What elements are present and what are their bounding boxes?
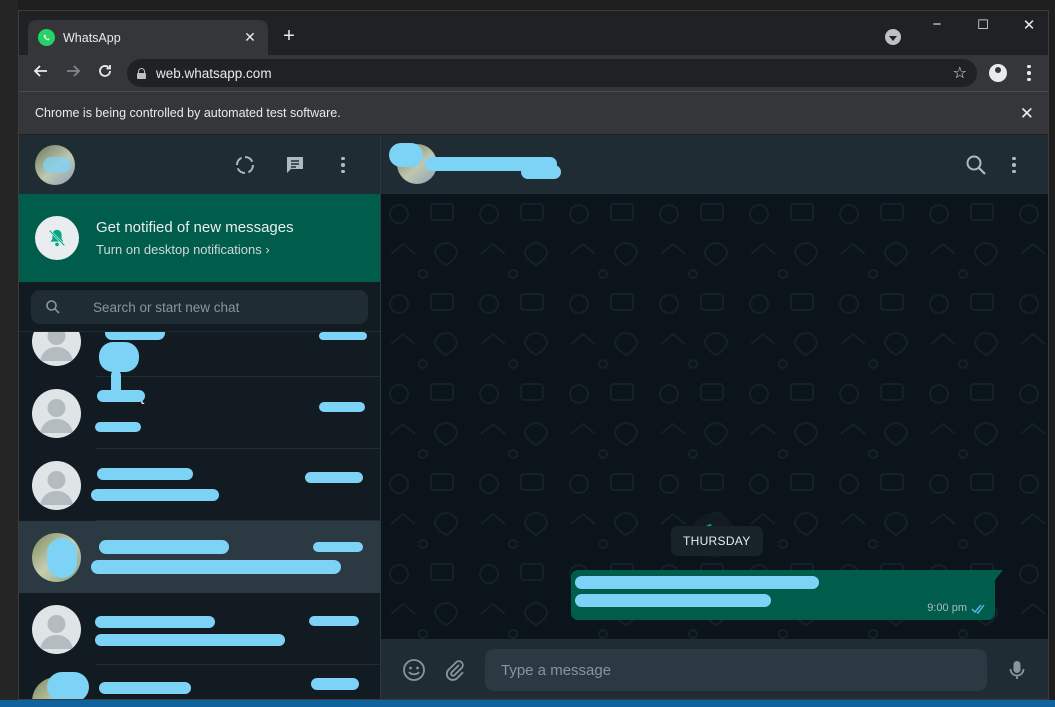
message-composer bbox=[381, 639, 1048, 699]
default-avatar-icon bbox=[32, 604, 81, 654]
browser-menu-icon[interactable] bbox=[1027, 63, 1031, 83]
minimize-button[interactable]: − bbox=[925, 16, 949, 33]
tab-title: WhatsApp bbox=[63, 30, 121, 45]
redaction-mark bbox=[313, 542, 363, 552]
address-bar[interactable]: web.whatsapp.com ☆ bbox=[127, 59, 977, 87]
message-input[interactable] bbox=[501, 661, 971, 679]
redaction-mark bbox=[43, 157, 71, 173]
default-avatar-icon bbox=[32, 388, 81, 438]
status-icon[interactable] bbox=[233, 153, 257, 177]
redaction-mark bbox=[47, 538, 77, 578]
chat-list-item[interactable]: t bbox=[19, 377, 381, 449]
sidebar-menu-icon[interactable] bbox=[341, 155, 345, 175]
redaction-mark bbox=[95, 616, 215, 628]
attach-paperclip-icon[interactable] bbox=[443, 658, 467, 682]
reload-icon[interactable] bbox=[95, 63, 115, 83]
default-avatar-icon bbox=[32, 332, 81, 366]
tab-close-icon[interactable]: ✕ bbox=[242, 29, 258, 46]
conversation-menu-icon[interactable] bbox=[1012, 155, 1016, 175]
redaction-mark bbox=[97, 390, 145, 402]
redaction-mark bbox=[575, 594, 771, 607]
conversation-header bbox=[381, 135, 1048, 194]
new-chat-icon[interactable] bbox=[283, 153, 307, 177]
address-bar-url[interactable]: web.whatsapp.com bbox=[156, 66, 953, 81]
redaction-mark bbox=[319, 402, 365, 412]
browser-window: WhatsApp ✕ + − ☐ ✕ web.whatsapp.com ☆ Ch… bbox=[18, 10, 1049, 700]
redaction-mark bbox=[95, 634, 285, 646]
default-avatar-icon bbox=[32, 460, 81, 510]
notification-banner[interactable]: Get notified of new messages Turn on des… bbox=[19, 194, 380, 282]
redaction-mark bbox=[521, 165, 561, 179]
redaction-mark bbox=[575, 576, 819, 589]
chat-list: t bbox=[19, 332, 381, 699]
tab-strip: WhatsApp ✕ + − ☐ ✕ bbox=[19, 11, 1048, 55]
double-check-read-icon bbox=[971, 604, 985, 614]
message-meta: 9:00 pm bbox=[927, 602, 987, 614]
message-area: THURSDAY 9:00 pm bbox=[381, 194, 1048, 639]
redaction-mark bbox=[99, 682, 191, 694]
search-icon[interactable] bbox=[45, 299, 61, 315]
browser-toolbar: web.whatsapp.com ☆ bbox=[19, 55, 1048, 91]
whatsapp-app: Get notified of new messages Turn on des… bbox=[19, 135, 1048, 699]
close-window-button[interactable]: ✕ bbox=[1017, 16, 1041, 34]
sidebar-header bbox=[19, 135, 380, 194]
bell-off-icon bbox=[35, 216, 79, 260]
redaction-mark bbox=[389, 143, 423, 167]
search-icon[interactable] bbox=[965, 154, 987, 176]
redaction-mark bbox=[105, 332, 165, 340]
redaction-mark bbox=[319, 332, 367, 340]
chat-list-item[interactable] bbox=[19, 593, 381, 665]
redaction-mark bbox=[99, 342, 139, 372]
forward-arrow-icon[interactable] bbox=[63, 63, 83, 83]
infobar-message: Chrome is being controlled by automated … bbox=[35, 106, 341, 120]
redaction-mark bbox=[309, 616, 359, 626]
redaction-mark bbox=[47, 672, 89, 699]
tab-whatsapp[interactable]: WhatsApp ✕ bbox=[28, 20, 268, 55]
redaction-mark bbox=[91, 489, 219, 501]
desktop-background-top bbox=[0, 0, 1055, 10]
back-arrow-icon[interactable] bbox=[31, 63, 51, 83]
search-box[interactable] bbox=[31, 290, 368, 324]
bookmark-star-icon[interactable]: ☆ bbox=[953, 63, 967, 83]
date-divider-label: THURSDAY bbox=[683, 534, 751, 548]
redaction-mark bbox=[99, 540, 229, 554]
infobar-close-icon[interactable]: ✕ bbox=[1020, 104, 1034, 124]
date-divider-chip: THURSDAY bbox=[671, 526, 763, 556]
message-input-box[interactable] bbox=[485, 649, 987, 691]
redaction-mark bbox=[305, 472, 363, 483]
desktop-background-left bbox=[0, 0, 18, 707]
maximize-button[interactable]: ☐ bbox=[971, 17, 995, 33]
microphone-icon[interactable] bbox=[1005, 658, 1029, 682]
redaction-mark bbox=[91, 560, 341, 574]
redaction-mark bbox=[97, 468, 193, 480]
tab-search-icon[interactable] bbox=[885, 29, 901, 45]
notification-title: Get notified of new messages bbox=[96, 219, 294, 236]
message-time: 9:00 pm bbox=[927, 602, 967, 614]
outgoing-message-bubble[interactable]: 9:00 pm bbox=[571, 570, 1003, 620]
enable-notifications-link[interactable]: Turn on desktop notifications › bbox=[96, 242, 294, 257]
taskbar-status-strip bbox=[0, 700, 1055, 707]
conversation-pane: THURSDAY 9:00 pm bbox=[381, 135, 1048, 699]
chat-sidebar: Get notified of new messages Turn on des… bbox=[19, 135, 381, 699]
automation-infobar: Chrome is being controlled by automated … bbox=[19, 91, 1048, 134]
desktop-background-right bbox=[1049, 0, 1055, 707]
redaction-mark bbox=[95, 422, 141, 432]
lock-icon[interactable] bbox=[137, 67, 146, 79]
redaction-mark bbox=[311, 678, 359, 690]
emoji-icon[interactable] bbox=[402, 658, 426, 682]
search-input[interactable] bbox=[93, 299, 333, 315]
profile-avatar-icon[interactable] bbox=[989, 64, 1007, 82]
new-tab-button[interactable]: + bbox=[279, 25, 299, 47]
search-bar-container bbox=[19, 282, 380, 332]
whatsapp-favicon-icon bbox=[38, 29, 55, 46]
chat-list-item[interactable] bbox=[19, 449, 381, 521]
